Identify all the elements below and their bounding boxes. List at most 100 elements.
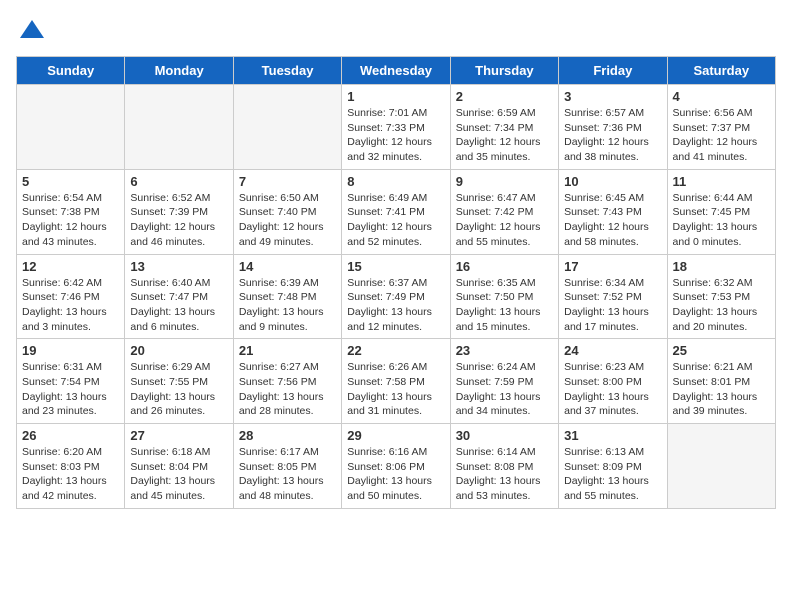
day-info: Sunrise: 6:56 AM Sunset: 7:37 PM Dayligh… [673,106,770,165]
day-number: 5 [22,174,119,189]
day-number: 2 [456,89,553,104]
calendar-header: SundayMondayTuesdayWednesdayThursdayFrid… [17,57,776,85]
day-info: Sunrise: 6:50 AM Sunset: 7:40 PM Dayligh… [239,191,336,250]
day-number: 23 [456,343,553,358]
day-info: Sunrise: 6:31 AM Sunset: 7:54 PM Dayligh… [22,360,119,419]
calendar-cell: 26 Sunrise: 6:20 AM Sunset: 8:03 PM Dayli… [17,424,125,509]
day-info: Sunrise: 6:21 AM Sunset: 8:01 PM Dayligh… [673,360,770,419]
day-info: Sunrise: 6:39 AM Sunset: 7:48 PM Dayligh… [239,276,336,335]
calendar-cell: 20Sunrise: 6:29 AM Sunset: 7:55 PM Dayli… [125,339,233,424]
day-info: Sunrise: 6:49 AM Sunset: 7:41 PM Dayligh… [347,191,444,250]
day-info: Sunrise: 6:24 AM Sunset: 7:59 PM Dayligh… [456,360,553,419]
calendar-cell: 21Sunrise: 6:27 AM Sunset: 7:56 PM Dayli… [233,339,341,424]
day-info: Sunrise: 6:14 AM Sunset: 8:08 PM Dayligh… [456,445,553,504]
day-info: Sunrise: 6:34 AM Sunset: 7:52 PM Dayligh… [564,276,661,335]
calendar-cell: 1Sunrise: 7:01 AM Sunset: 7:33 PM Daylig… [342,85,450,170]
day-info: Sunrise: 6:57 AM Sunset: 7:36 PM Dayligh… [564,106,661,165]
day-header-monday: Monday [125,57,233,85]
calendar-cell: 3 Sunrise: 6:57 AM Sunset: 7:36 PM Daylig… [559,85,667,170]
calendar-cell: 13 Sunrise: 6:40 AM Sunset: 7:47 PM Dayli… [125,254,233,339]
calendar-cell [667,424,775,509]
day-info: Sunrise: 6:13 AM Sunset: 8:09 PM Dayligh… [564,445,661,504]
calendar-cell: 8 Sunrise: 6:49 AM Sunset: 7:41 PM Daylig… [342,169,450,254]
day-number: 3 [564,89,661,104]
logo [16,16,46,44]
calendar-table: SundayMondayTuesdayWednesdayThursdayFrid… [16,56,776,509]
calendar-cell: 16 Sunrise: 6:35 AM Sunset: 7:50 PM Dayli… [450,254,558,339]
day-info: Sunrise: 6:45 AM Sunset: 7:43 PM Dayligh… [564,191,661,250]
day-info: Sunrise: 6:27 AM Sunset: 7:56 PM Dayligh… [239,360,336,419]
day-info: Sunrise: 6:32 AM Sunset: 7:53 PM Dayligh… [673,276,770,335]
calendar-cell: 31 Sunrise: 6:13 AM Sunset: 8:09 PM Dayli… [559,424,667,509]
day-number: 19 [22,343,119,358]
day-number: 29 [347,428,444,443]
day-info: Sunrise: 6:37 AM Sunset: 7:49 PM Dayligh… [347,276,444,335]
calendar-cell: 6 Sunrise: 6:52 AM Sunset: 7:39 PM Daylig… [125,169,233,254]
calendar-week-1: 1Sunrise: 7:01 AM Sunset: 7:33 PM Daylig… [17,85,776,170]
day-number: 12 [22,259,119,274]
day-info: Sunrise: 6:23 AM Sunset: 8:00 PM Dayligh… [564,360,661,419]
day-number: 10 [564,174,661,189]
day-header-wednesday: Wednesday [342,57,450,85]
day-number: 24 [564,343,661,358]
calendar-cell: 18 Sunrise: 6:32 AM Sunset: 7:53 PM Dayli… [667,254,775,339]
day-number: 14 [239,259,336,274]
day-info: Sunrise: 6:29 AM Sunset: 7:55 PM Dayligh… [130,360,227,419]
calendar-cell [125,85,233,170]
calendar-week-4: 19 Sunrise: 6:31 AM Sunset: 7:54 PM Dayli… [17,339,776,424]
day-number: 8 [347,174,444,189]
day-info: Sunrise: 6:47 AM Sunset: 7:42 PM Dayligh… [456,191,553,250]
calendar-cell: 7 Sunrise: 6:50 AM Sunset: 7:40 PM Daylig… [233,169,341,254]
day-number: 30 [456,428,553,443]
day-header-sunday: Sunday [17,57,125,85]
day-info: Sunrise: 6:35 AM Sunset: 7:50 PM Dayligh… [456,276,553,335]
day-number: 17 [564,259,661,274]
calendar-cell: 11 Sunrise: 6:44 AM Sunset: 7:45 PM Dayli… [667,169,775,254]
day-number: 13 [130,259,227,274]
calendar-cell: 24 Sunrise: 6:23 AM Sunset: 8:00 PM Dayli… [559,339,667,424]
day-info: Sunrise: 6:20 AM Sunset: 8:03 PM Dayligh… [22,445,119,504]
calendar-cell: 19 Sunrise: 6:31 AM Sunset: 7:54 PM Dayli… [17,339,125,424]
calendar-cell: 30 Sunrise: 6:14 AM Sunset: 8:08 PM Dayli… [450,424,558,509]
calendar-cell: 22 Sunrise: 6:26 AM Sunset: 7:58 PM Dayli… [342,339,450,424]
header [16,16,776,44]
calendar-week-3: 12 Sunrise: 6:42 AM Sunset: 7:46 PM Dayli… [17,254,776,339]
day-info: Sunrise: 6:40 AM Sunset: 7:47 PM Dayligh… [130,276,227,335]
calendar-cell: 10 Sunrise: 6:45 AM Sunset: 7:43 PM Dayli… [559,169,667,254]
calendar-cell [233,85,341,170]
day-info: Sunrise: 6:18 AM Sunset: 8:04 PM Dayligh… [130,445,227,504]
calendar-week-2: 5 Sunrise: 6:54 AM Sunset: 7:38 PM Daylig… [17,169,776,254]
logo-icon [18,16,46,44]
day-header-friday: Friday [559,57,667,85]
day-header-saturday: Saturday [667,57,775,85]
day-number: 22 [347,343,444,358]
day-number: 15 [347,259,444,274]
day-number: 6 [130,174,227,189]
day-number: 31 [564,428,661,443]
day-info: Sunrise: 6:52 AM Sunset: 7:39 PM Dayligh… [130,191,227,250]
day-number: 1 [347,89,444,104]
day-info: Sunrise: 6:44 AM Sunset: 7:45 PM Dayligh… [673,191,770,250]
day-number: 16 [456,259,553,274]
calendar-cell: 23 Sunrise: 6:24 AM Sunset: 7:59 PM Dayli… [450,339,558,424]
day-info: Sunrise: 6:54 AM Sunset: 7:38 PM Dayligh… [22,191,119,250]
calendar-cell: 15 Sunrise: 6:37 AM Sunset: 7:49 PM Dayli… [342,254,450,339]
day-number: 25 [673,343,770,358]
day-number: 26 [22,428,119,443]
calendar-cell: 9Sunrise: 6:47 AM Sunset: 7:42 PM Daylig… [450,169,558,254]
calendar-cell: 4Sunrise: 6:56 AM Sunset: 7:37 PM Daylig… [667,85,775,170]
day-info: Sunrise: 6:42 AM Sunset: 7:46 PM Dayligh… [22,276,119,335]
day-info: Sunrise: 6:16 AM Sunset: 8:06 PM Dayligh… [347,445,444,504]
calendar-cell: 17 Sunrise: 6:34 AM Sunset: 7:52 PM Dayli… [559,254,667,339]
day-header-tuesday: Tuesday [233,57,341,85]
day-number: 11 [673,174,770,189]
calendar-cell: 2Sunrise: 6:59 AM Sunset: 7:34 PM Daylig… [450,85,558,170]
day-header-thursday: Thursday [450,57,558,85]
calendar-cell: 14 Sunrise: 6:39 AM Sunset: 7:48 PM Dayli… [233,254,341,339]
calendar-cell: 28Sunrise: 6:17 AM Sunset: 8:05 PM Dayli… [233,424,341,509]
calendar-cell: 29 Sunrise: 6:16 AM Sunset: 8:06 PM Dayli… [342,424,450,509]
day-number: 18 [673,259,770,274]
calendar-cell [17,85,125,170]
day-info: Sunrise: 6:26 AM Sunset: 7:58 PM Dayligh… [347,360,444,419]
day-number: 7 [239,174,336,189]
